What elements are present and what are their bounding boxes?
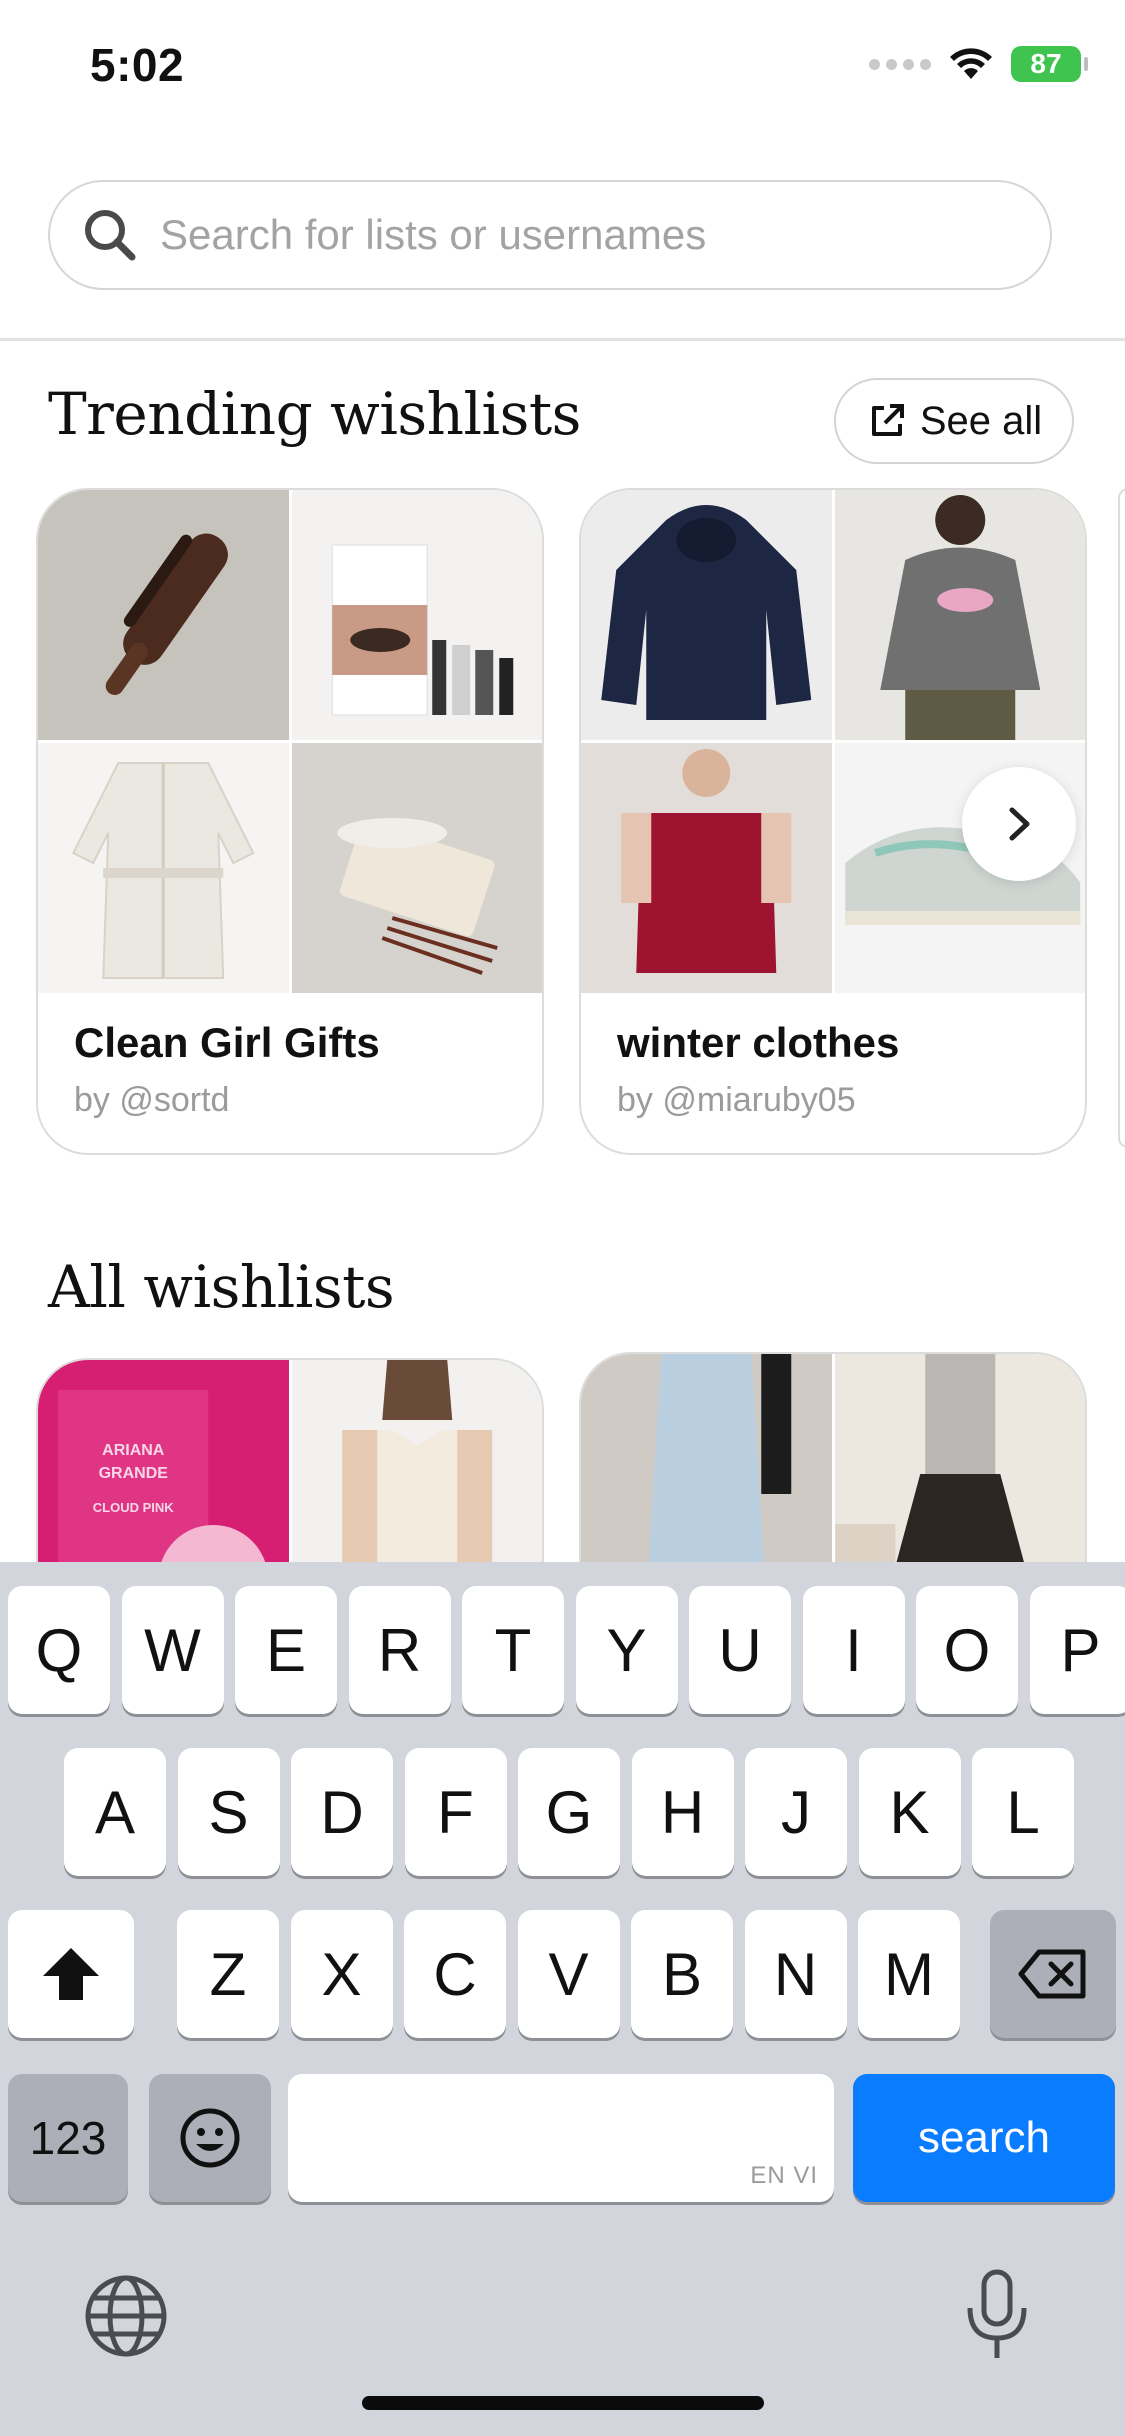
key-q[interactable]: Q [8,1586,110,1714]
space-key[interactable]: EN VI [288,2074,834,2202]
svg-text:ARIANA: ARIANA [102,1442,165,1459]
product-image-lash-kit [291,490,542,740]
carousel-next-button[interactable] [962,767,1076,881]
header-divider [0,338,1125,341]
key-s[interactable]: S [177,1748,280,1876]
product-image-hoodie [581,490,832,740]
delete-key[interactable] [990,1910,1116,2038]
shift-key[interactable] [8,1910,134,2038]
key-o[interactable]: O [916,1586,1018,1714]
key-j[interactable]: J [745,1748,847,1876]
key-u[interactable]: U [689,1586,791,1714]
globe-icon[interactable] [84,2274,168,2363]
key-x[interactable]: X [290,1910,393,2038]
search-icon [85,210,136,261]
key-d[interactable]: D [291,1748,393,1876]
numbers-key[interactable]: 123 [8,2074,128,2202]
key-i[interactable]: I [802,1586,905,1714]
external-link-icon [871,404,904,436]
key-z[interactable]: Z [177,1910,279,2038]
shift-icon [43,1948,99,2000]
key-f[interactable]: F [404,1748,507,1876]
battery-icon: 87 [1011,46,1088,82]
key-t[interactable]: T [462,1586,564,1714]
product-image-gray-hoodie [834,490,1085,740]
key-e[interactable]: E [235,1586,337,1714]
key-a[interactable]: A [64,1748,166,1876]
status-time: 5:02 [90,39,185,91]
key-g[interactable]: G [518,1748,620,1876]
microphone-icon[interactable] [962,2268,1032,2369]
key-w[interactable]: W [121,1586,224,1714]
svg-text:CLOUD PINK: CLOUD PINK [93,1500,175,1515]
key-m[interactable]: M [858,1910,960,2038]
space-language-label: EN VI [750,2162,818,2189]
emoji-icon [180,2108,240,2168]
wishlist-card[interactable]: Clean Girl Gifts by @sortd [36,488,544,1155]
key-k[interactable]: K [858,1748,961,1876]
all-wishlists-title: All wishlists [48,1253,395,1321]
key-n[interactable]: N [744,1910,847,2038]
key-r[interactable]: R [348,1586,451,1714]
wifi-icon [950,48,992,79]
svg-text:GRANDE: GRANDE [99,1465,169,1482]
product-image-robe [38,743,289,993]
emoji-key[interactable] [149,2074,271,2202]
status-icons: 87 [869,46,1088,82]
key-v[interactable]: V [517,1910,620,2038]
key-y[interactable]: Y [575,1586,678,1714]
trending-title: Trending wishlists [48,380,581,448]
chevron-right-icon [1009,807,1030,841]
home-indicator [362,2396,764,2410]
key-b[interactable]: B [631,1910,733,2038]
backspace-icon [1018,1949,1086,1999]
search-key[interactable]: search [853,2074,1115,2202]
product-image-brush [38,490,289,740]
on-screen-keyboard: Q W E R T Y U I O P A S D F G H J K L Z X C V B N M 123 EN VI search [0,1562,1125,2436]
key-h[interactable]: H [631,1748,734,1876]
product-image-incense [291,743,542,993]
cellular-signal-icon [869,58,931,70]
wishlist-title: Clean Girl Gifts [74,1019,380,1066]
wishlist-author: by @sortd [74,1081,230,1119]
app-screen: 5:02 87 Trending wishlists See all [0,0,1125,2436]
search-bar[interactable] [48,180,1052,290]
battery-level: 87 [1030,48,1062,79]
key-p[interactable]: P [1029,1586,1125,1714]
key-l[interactable]: L [972,1748,1074,1876]
see-all-button[interactable]: See all [834,378,1074,464]
search-input[interactable] [160,211,1020,259]
next-card-edge [1118,488,1125,1148]
product-image-red-vest [581,743,832,993]
key-c[interactable]: C [404,1910,506,2038]
wishlist-author: by @miaruby05 [617,1081,856,1119]
see-all-label: See all [919,398,1043,443]
wishlist-title: winter clothes [617,1019,900,1066]
